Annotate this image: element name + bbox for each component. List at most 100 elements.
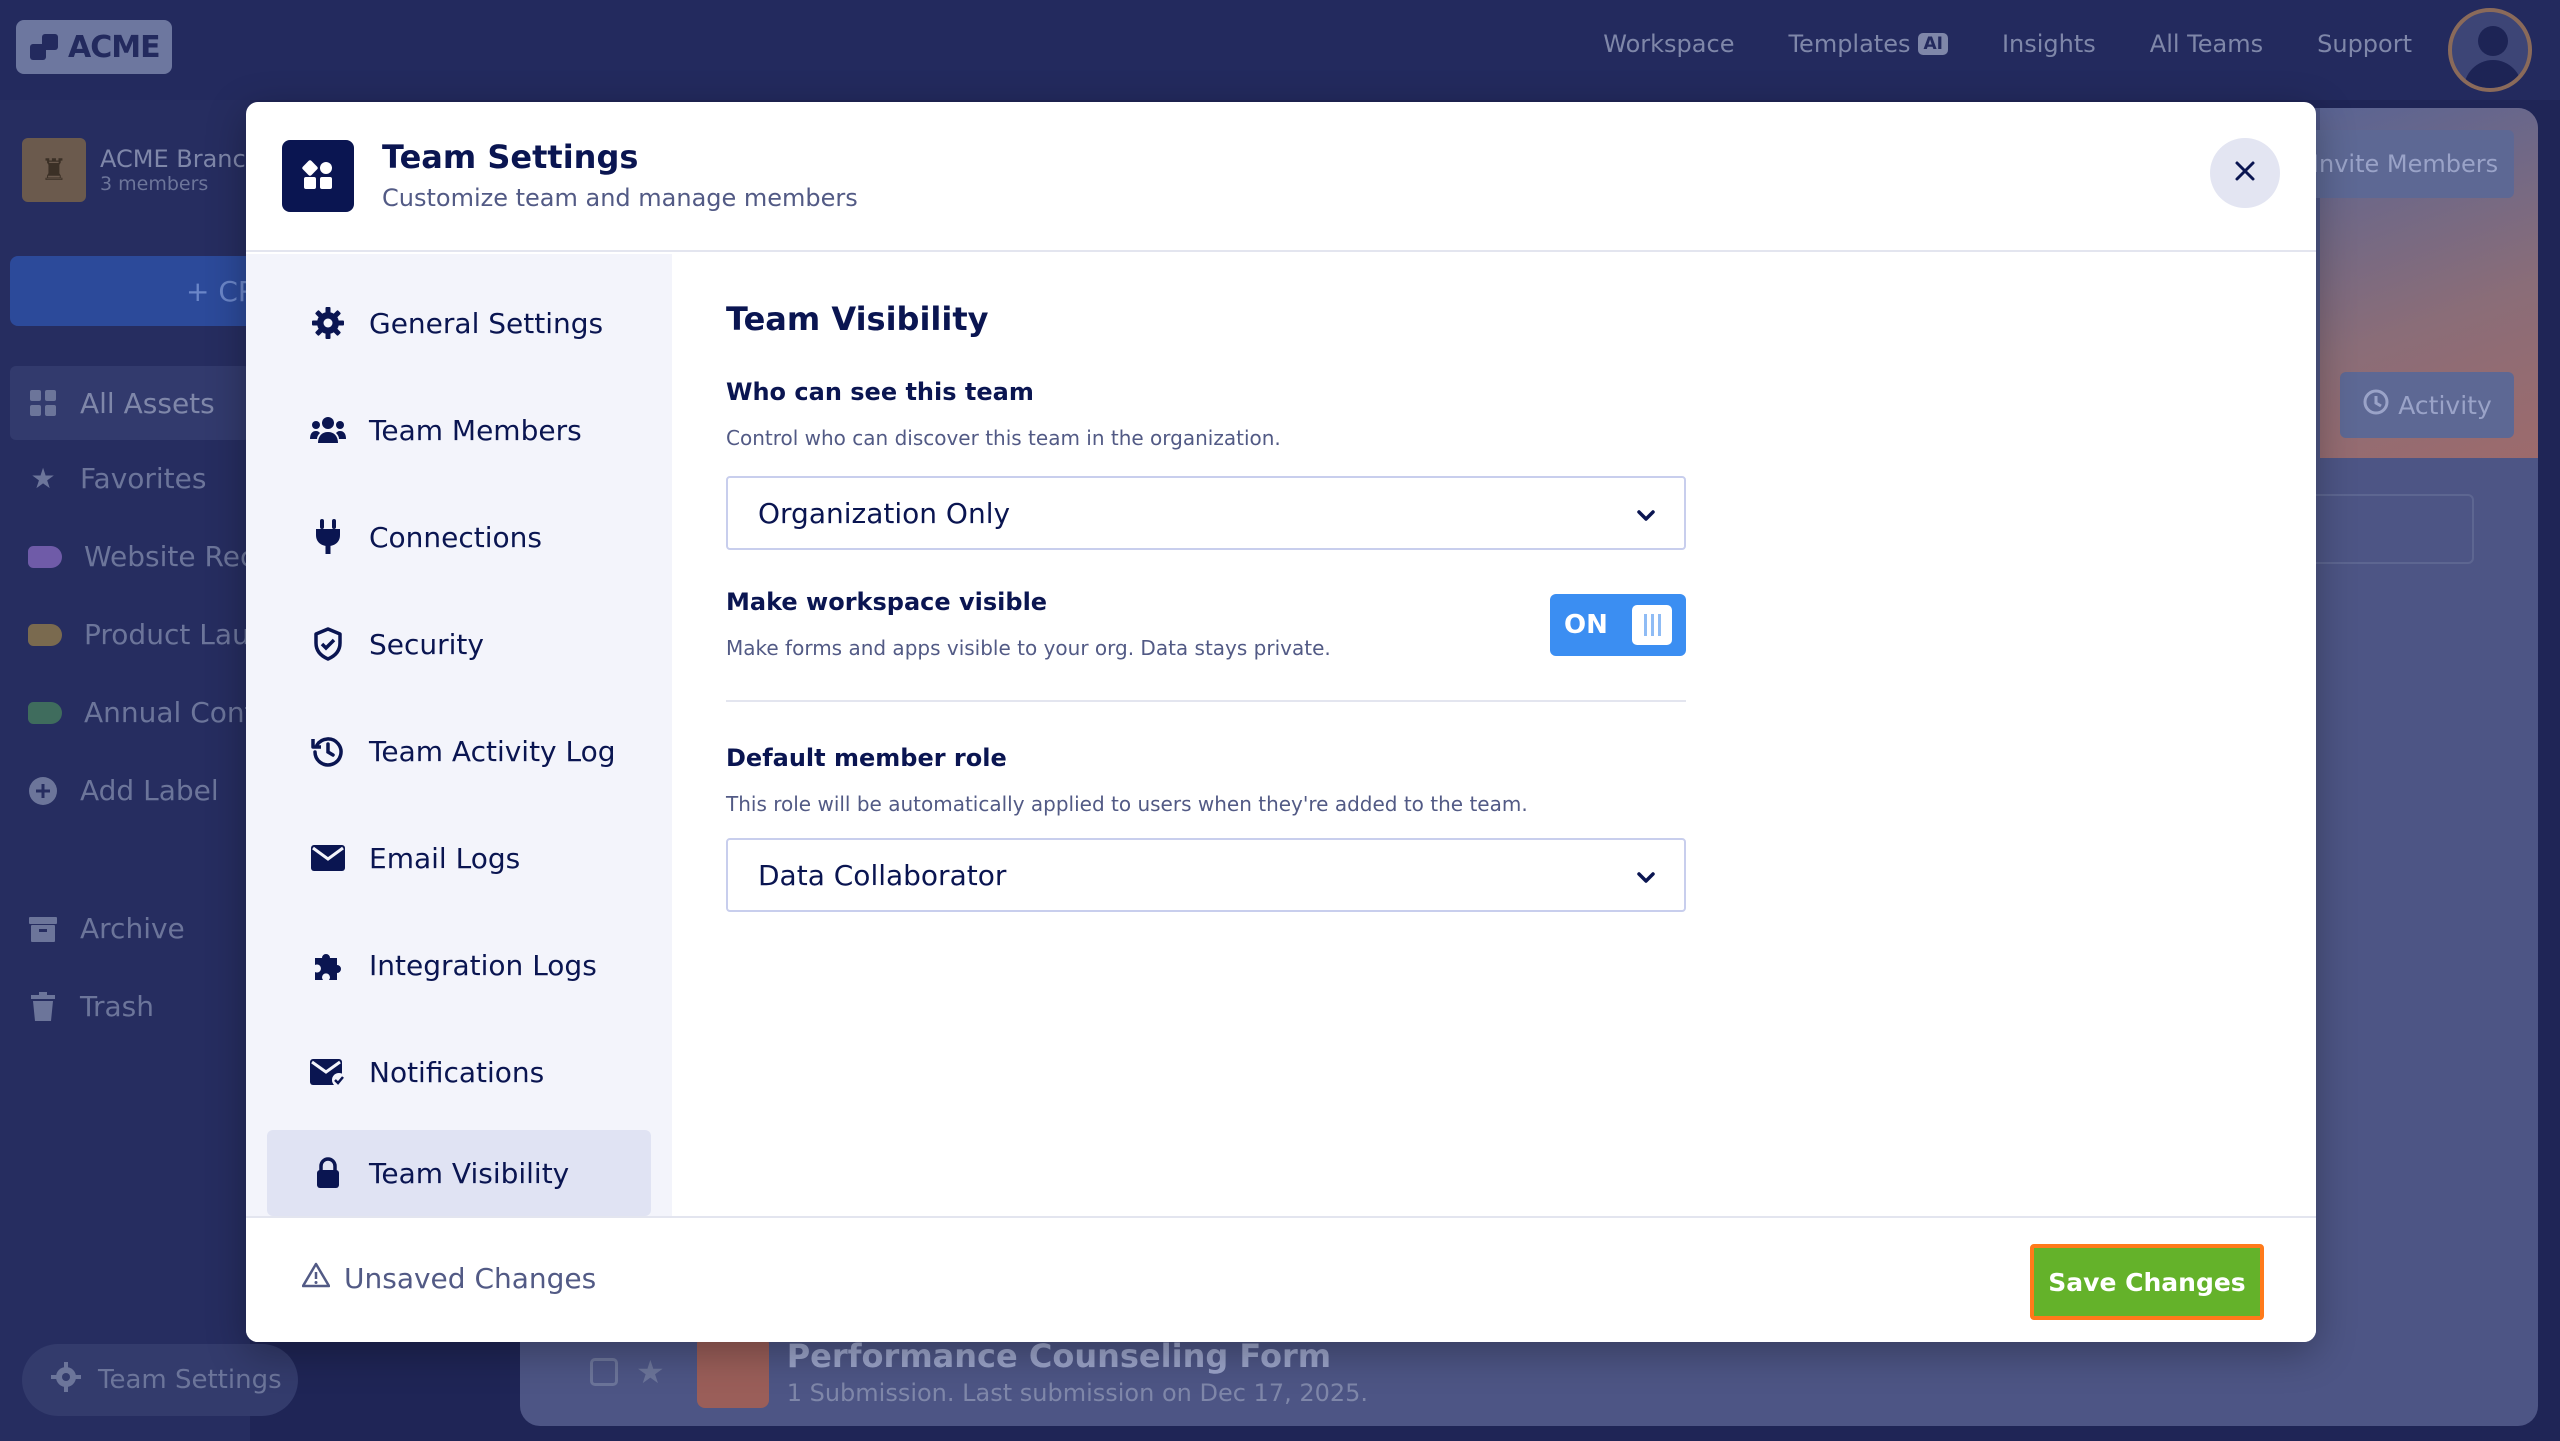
nav-item-label: Security — [369, 627, 484, 661]
modal-title: Team Settings — [382, 138, 639, 176]
sidebar-item-trash[interactable]: Trash — [28, 990, 154, 1023]
sidebar-item-add-label[interactable]: Add Label — [28, 774, 219, 807]
nav-connections[interactable]: Connections — [267, 494, 651, 580]
close-button[interactable] — [2210, 138, 2280, 208]
settings-nav: General Settings Team Members Connection… — [246, 254, 672, 1216]
who-can-see-label: Who can see this team — [726, 378, 1034, 406]
grid-icon — [28, 388, 58, 418]
sidebar-item-archive[interactable]: Archive — [28, 912, 185, 945]
team-member-count: 3 members — [100, 173, 209, 195]
nav-item-label: Notifications — [369, 1055, 545, 1089]
create-button[interactable]: + CR — [10, 256, 270, 326]
workspace-visible-toggle[interactable]: ON — [1550, 594, 1686, 656]
team-settings-button[interactable]: Team Settings — [22, 1344, 298, 1416]
visibility-select[interactable]: Organization Only — [726, 476, 1686, 550]
nav-insights[interactable]: Insights — [2002, 30, 2096, 58]
sidebar-item-label: Archive — [80, 912, 185, 945]
save-changes-button[interactable]: Save Changes — [2030, 1244, 2264, 1320]
nav-all-teams[interactable]: All Teams — [2150, 30, 2263, 58]
top-bar: ACME Workspace Templates AI Insights All … — [0, 0, 2560, 100]
team-trophy-icon: ♜ — [22, 138, 86, 202]
modal-header: Team Settings Customize team and manage … — [246, 102, 2316, 252]
default-role-description: This role will be automatically applied … — [726, 792, 1528, 816]
star-icon[interactable]: ★ — [636, 1353, 665, 1391]
make-visible-label: Make workspace visible — [726, 588, 1048, 616]
nav-support[interactable]: Support — [2317, 30, 2412, 58]
gear-icon — [50, 1361, 82, 1400]
nav-team-activity-log[interactable]: Team Activity Log — [267, 708, 651, 794]
label-icon — [28, 701, 62, 724]
unsaved-changes-indicator: Unsaved Changes — [301, 1262, 597, 1295]
sidebar-item-label: All Assets — [80, 386, 215, 420]
plus-circle-icon — [28, 776, 58, 806]
users-icon — [309, 411, 347, 449]
ai-badge: AI — [1918, 33, 1948, 55]
chevron-down-icon — [1636, 497, 1656, 530]
form-subtitle: 1 Submission. Last submission on Dec 17,… — [786, 1379, 1369, 1407]
top-nav: Workspace Templates AI Insights All Teams… — [1603, 30, 2412, 58]
nav-item-label: General Settings — [369, 306, 604, 340]
form-checkbox[interactable] — [590, 1358, 618, 1386]
activity-button[interactable]: Activity — [2340, 372, 2514, 438]
search-field[interactable] — [2300, 494, 2474, 564]
logo-text: ACME — [68, 29, 161, 65]
nav-security[interactable]: Security — [267, 601, 651, 687]
nav-integration-logs[interactable]: Integration Logs — [267, 922, 651, 1008]
logo-mark-icon — [30, 32, 60, 62]
form-list-item[interactable]: ★ Performance Counseling Form 1 Submissi… — [590, 1336, 1368, 1408]
mail-notification-icon — [309, 1053, 347, 1091]
nav-notifications[interactable]: Notifications — [267, 1029, 651, 1115]
sidebar-item-favorites[interactable]: ★ Favorites — [28, 462, 206, 495]
gear-icon — [309, 304, 347, 342]
divider — [726, 700, 1686, 702]
team-card[interactable]: ♜ ACME Branc 3 members — [22, 138, 246, 202]
sidebar-item-product-label[interactable]: Product Laun — [28, 618, 267, 651]
plug-icon — [309, 518, 347, 556]
acme-logo[interactable]: ACME — [16, 20, 172, 74]
sidebar-item-label: Trash — [80, 990, 154, 1023]
envelope-icon — [309, 839, 347, 877]
lock-icon — [309, 1154, 347, 1192]
chevron-down-icon — [1636, 859, 1656, 892]
visibility-select-value: Organization Only — [758, 496, 1011, 530]
activity-label: Activity — [2398, 390, 2492, 420]
nav-item-label: Team Activity Log — [369, 734, 616, 768]
warning-icon — [301, 1262, 331, 1295]
modal-footer: Unsaved Changes Save Changes — [246, 1216, 2316, 1342]
section-title: Team Visibility — [726, 300, 989, 338]
user-avatar[interactable] — [2448, 8, 2532, 92]
default-role-select[interactable]: Data Collaborator — [726, 838, 1686, 912]
modal-subtitle: Customize team and manage members — [382, 184, 858, 212]
team-name: ACME Branc — [100, 145, 246, 173]
shield-icon — [309, 625, 347, 663]
who-can-see-description: Control who can discover this team in th… — [726, 426, 1281, 450]
close-icon — [2234, 160, 2256, 186]
nav-email-logs[interactable]: Email Logs — [267, 815, 651, 901]
history-icon — [309, 732, 347, 770]
nav-general-settings[interactable]: General Settings — [267, 280, 651, 366]
invite-members-button[interactable]: Invite Members — [2296, 130, 2514, 198]
label-icon — [28, 623, 62, 646]
sidebar-item-label: Favorites — [80, 462, 207, 495]
sidebar-item-all-assets[interactable]: All Assets — [10, 366, 250, 440]
unsaved-changes-label: Unsaved Changes — [344, 1262, 597, 1295]
sidebar-item-label: Add Label — [80, 774, 219, 807]
form-icon — [696, 1336, 769, 1408]
sidebar: ♜ ACME Branc 3 members + CR All Assets ★… — [0, 100, 270, 1441]
sidebar-item-label: Annual Conf — [84, 696, 255, 729]
sidebar-item-website-label[interactable]: Website Rec — [28, 540, 255, 573]
sidebar-item-annual-label[interactable]: Annual Conf — [28, 696, 255, 729]
nav-templates[interactable]: Templates AI — [1788, 30, 1948, 58]
sidebar-item-label: Product Laun — [84, 618, 268, 651]
archive-icon — [28, 914, 58, 944]
make-visible-description: Make forms and apps visible to your org.… — [726, 636, 1331, 660]
team-settings-label: Team Settings — [98, 1365, 282, 1395]
nav-team-members[interactable]: Team Members — [267, 387, 651, 473]
toggle-state-label: ON — [1564, 610, 1608, 640]
nav-team-visibility[interactable]: Team Visibility — [267, 1130, 651, 1216]
default-role-label: Default member role — [726, 744, 1007, 772]
nav-item-label: Connections — [369, 520, 543, 554]
nav-item-label: Integration Logs — [369, 948, 597, 982]
default-role-select-value: Data Collaborator — [758, 858, 1007, 892]
nav-workspace[interactable]: Workspace — [1603, 30, 1734, 58]
